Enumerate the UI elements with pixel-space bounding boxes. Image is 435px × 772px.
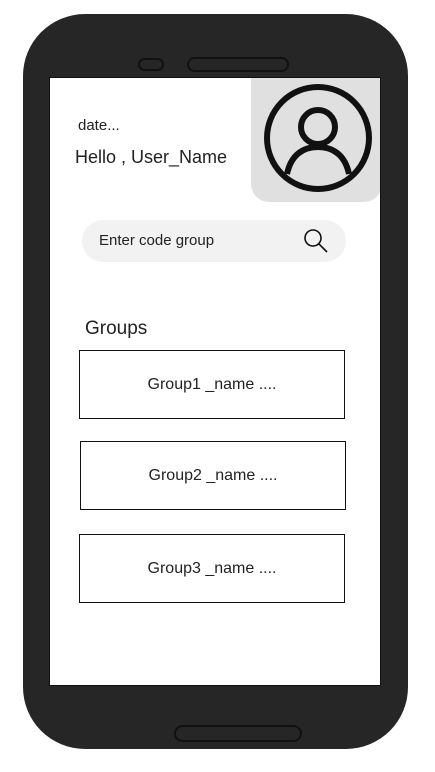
group-card-2[interactable]: Group2 _name ....	[80, 441, 346, 510]
groups-heading: Groups	[85, 318, 148, 339]
greeting-text: Hello , User_Name	[75, 147, 228, 167]
screen: date... Hello , User_Name Enter code gro…	[49, 77, 381, 686]
date-label: date...	[78, 117, 120, 134]
earpiece-speaker	[187, 57, 289, 72]
avatar[interactable]	[251, 78, 380, 202]
user-circle-icon	[264, 84, 372, 192]
search-input[interactable]: Enter code group	[99, 232, 214, 249]
front-camera	[138, 58, 164, 71]
group-name: Group1 _name ....	[147, 375, 277, 393]
group-name: Group3 _name ....	[147, 559, 277, 577]
group-card-1[interactable]: Group1 _name ....	[79, 350, 345, 419]
search-field[interactable]: Enter code group	[82, 220, 346, 262]
group-name: Group2 _name ....	[148, 466, 278, 484]
search-icon[interactable]	[303, 228, 329, 254]
home-button[interactable]	[174, 725, 302, 742]
group-card-3[interactable]: Group3 _name ....	[79, 534, 345, 603]
